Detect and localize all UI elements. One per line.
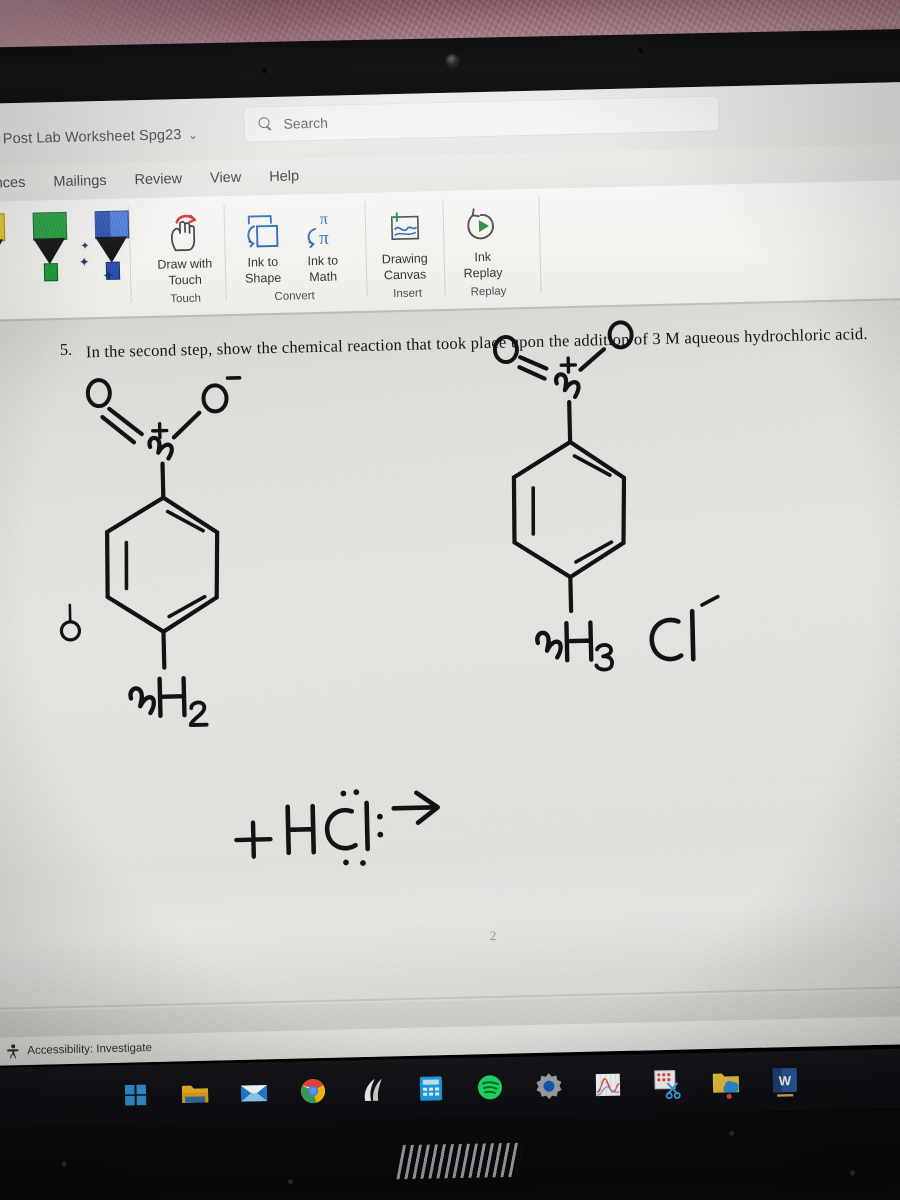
ink-replay-label-2: Replay: [463, 265, 503, 281]
gear-icon[interactable]: [531, 1069, 566, 1104]
ink-to-shape-button[interactable]: Ink to Shape: [229, 208, 297, 287]
ink-to-math-button[interactable]: π π Ink to Math: [289, 207, 357, 286]
accessibility-icon: [6, 1044, 20, 1059]
question-number: 5.: [59, 339, 73, 360]
ink-replay-label-1: Ink: [474, 249, 492, 265]
draw-with-touch-label-2: Touch: [168, 272, 203, 288]
ink-to-math-icon: π π: [289, 207, 356, 253]
ink-to-shape-label-2: Shape: [244, 270, 282, 286]
pen-gallery: ✦ ✦ ✦: [0, 210, 132, 288]
ink-to-math-label-1: Ink to: [307, 253, 339, 269]
highlighter-green-icon[interactable]: [29, 211, 71, 287]
tab-help[interactable]: Help: [255, 168, 313, 185]
ink-annotation-layer: [59, 320, 720, 866]
swirl-app-icon[interactable]: [354, 1073, 389, 1108]
group-label-touch: Touch: [170, 292, 202, 306]
accessibility-status[interactable]: Accessibility: Investigate: [27, 1042, 152, 1057]
ink-replay-button[interactable]: Ink Replay: [443, 203, 523, 282]
chart-app-icon[interactable]: [590, 1068, 625, 1103]
tab-view[interactable]: View: [196, 169, 256, 187]
document-page[interactable]: 5. In the second step, show the chemical…: [0, 297, 900, 1038]
ink-to-math-label-2: Math: [309, 269, 338, 284]
laptop-photo: Post Lab Worksheet Spg23 ⌄ Search rences …: [0, 0, 900, 1200]
drawing-canvas-label-2: Canvas: [383, 267, 427, 283]
file-explorer-icon[interactable]: [177, 1076, 212, 1111]
search-placeholder: Search: [283, 114, 329, 132]
drawing-canvas-label-1: Drawing: [381, 251, 428, 267]
ink-to-shape-icon: [229, 208, 296, 254]
draw-with-touch-label-1: Draw with: [157, 256, 213, 272]
hinge-vent: [396, 1142, 523, 1180]
ink-to-shape-label-1: Ink to: [247, 254, 279, 270]
mail-icon[interactable]: [236, 1075, 271, 1110]
calculator-icon[interactable]: [413, 1071, 448, 1106]
search-icon: [258, 116, 273, 131]
chevron-down-icon[interactable]: ⌄: [188, 130, 198, 142]
tab-review[interactable]: Review: [120, 171, 196, 189]
draw-ribbon: ✦ ✦ ✦ Draw with Touch Ink to Shape π π I…: [0, 179, 900, 320]
svg-text:π: π: [320, 211, 328, 228]
group-label-replay: Replay: [470, 285, 507, 299]
search-input[interactable]: Search: [244, 96, 719, 142]
microphone-hole: [637, 47, 644, 54]
svg-text:π: π: [319, 228, 329, 249]
tab-mailings[interactable]: Mailings: [39, 173, 121, 191]
drawing-canvas-button[interactable]: Drawing Canvas: [365, 205, 445, 284]
hand-pointer-icon: [145, 210, 224, 256]
onedrive-folder-icon[interactable]: [708, 1065, 743, 1100]
word-icon[interactable]: W: [767, 1064, 802, 1099]
svg-text:W: W: [778, 1073, 791, 1088]
pen-galaxy-blue-icon[interactable]: ✦ ✦ ✦: [79, 210, 133, 285]
document-title[interactable]: Post Lab Worksheet Spg23 ⌄: [2, 127, 198, 148]
page-number: 2: [489, 927, 497, 944]
microphone-hole: [261, 67, 268, 74]
highlighter-yellow-icon[interactable]: [0, 213, 8, 288]
spotify-icon[interactable]: [472, 1070, 507, 1105]
question-text: In the second step, show the chemical re…: [85, 324, 868, 362]
tab-references[interactable]: rences: [0, 174, 40, 192]
drawing-canvas-icon: [365, 205, 444, 251]
laptop-screen: Post Lab Worksheet Spg23 ⌄ Search rences …: [0, 81, 900, 1066]
group-label-convert: Convert: [274, 290, 315, 303]
ink-replay-icon: [443, 203, 522, 249]
chrome-icon[interactable]: [295, 1074, 330, 1109]
draw-with-touch-button[interactable]: Draw with Touch: [145, 210, 225, 289]
document-title-text: Post Lab Worksheet Spg23: [2, 127, 182, 148]
snipping-tool-icon[interactable]: [649, 1066, 684, 1101]
start-button[interactable]: [118, 1077, 153, 1112]
